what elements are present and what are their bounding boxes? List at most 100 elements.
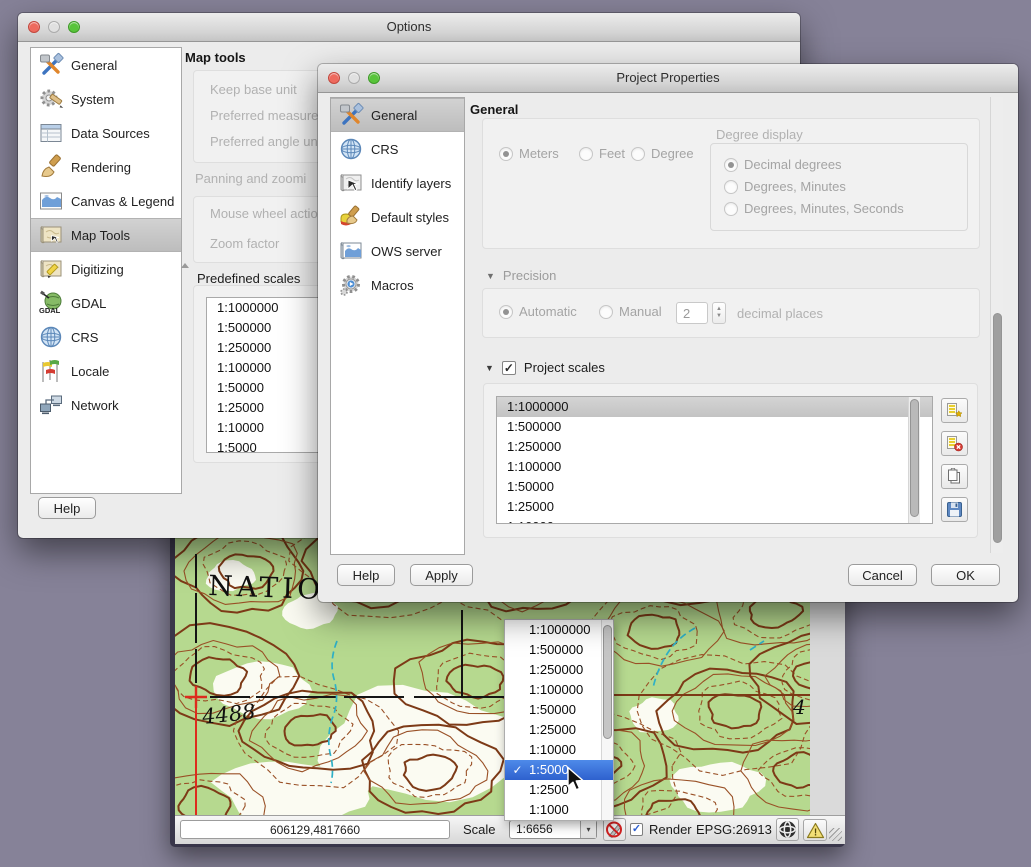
window-title: Project Properties: [616, 70, 719, 85]
scale-option[interactable]: 1:100000: [505, 680, 613, 700]
precision-section-header[interactable]: ▼ Precision: [486, 268, 556, 283]
remove-scale-button[interactable]: [941, 431, 968, 456]
cancel-button[interactable]: Cancel: [848, 564, 917, 586]
degree-display-radio[interactable]: Decimal degrees: [724, 157, 967, 172]
scale-label: Scale: [463, 822, 496, 837]
scale-option[interactable]: 1:10000: [505, 740, 613, 760]
scale-option[interactable]: 1:1000000: [505, 620, 613, 640]
help-button[interactable]: Help: [38, 497, 96, 519]
help-button[interactable]: Help: [337, 564, 395, 586]
degree-display-radio[interactable]: Degrees, Minutes, Seconds: [724, 201, 967, 216]
scale-option[interactable]: 1:1000: [505, 800, 613, 820]
scale-row[interactable]: 1:250000: [497, 437, 932, 457]
unit-radio[interactable]: Feet: [579, 146, 625, 161]
ok-button[interactable]: OK: [931, 564, 1000, 586]
decimal-places-input[interactable]: 2: [676, 302, 708, 324]
close-button[interactable]: [28, 21, 40, 33]
precision-radio[interactable]: Manual: [599, 304, 662, 319]
unit-radio[interactable]: Degree: [631, 146, 694, 161]
apply-button[interactable]: Apply: [410, 564, 473, 586]
locale-icon: [38, 358, 64, 384]
scale-option[interactable]: 1:2500: [505, 780, 613, 800]
copy-scales-button[interactable]: [941, 464, 968, 489]
options-sidebar-item[interactable]: Map Tools: [31, 218, 181, 252]
options-sidebar-item[interactable]: General: [31, 48, 181, 82]
data-sources-icon: [38, 120, 64, 146]
remove-scale-icon: [946, 435, 963, 452]
pp-page-title: General: [470, 102, 518, 117]
list-scrollbar-thumb[interactable]: [910, 399, 919, 517]
options-sidebar-item[interactable]: Canvas & Legend: [31, 184, 181, 218]
resize-grip[interactable]: [829, 828, 842, 841]
brush-icon: [38, 154, 64, 180]
spinner-down-icon[interactable]: ▼: [716, 313, 722, 320]
scale-row[interactable]: 1:10000: [497, 517, 932, 524]
window-title: Options: [387, 19, 432, 34]
save-scales-button[interactable]: [941, 497, 968, 522]
dialog-scrollbar[interactable]: [990, 97, 1003, 553]
scale-row[interactable]: 1:500000: [497, 417, 932, 437]
pp-sidebar-item[interactable]: Identify layers: [331, 166, 464, 200]
add-scale-button[interactable]: [941, 398, 968, 423]
project-properties-titlebar[interactable]: Project Properties: [318, 64, 1018, 93]
options-sidebar-item[interactable]: Network: [31, 388, 181, 422]
options-sidebar-item[interactable]: GDAL GDAL: [31, 286, 181, 320]
scroll-up-indicator[interactable]: [181, 263, 189, 268]
pp-sidebar-item[interactable]: CRS: [331, 132, 464, 166]
scale-row[interactable]: 1:100000: [497, 457, 932, 477]
unit-radio[interactable]: Meters: [499, 146, 559, 161]
options-sidebar-item[interactable]: Data Sources: [31, 116, 181, 150]
zoom-button[interactable]: [368, 72, 380, 84]
save-icon: [946, 501, 963, 518]
scale-row[interactable]: 1:50000: [497, 477, 932, 497]
close-button[interactable]: [328, 72, 340, 84]
zoom-button[interactable]: [68, 21, 80, 33]
project-scales-list[interactable]: 1:10000001:5000001:2500001:1000001:50000…: [496, 396, 933, 524]
map-label-national: NATIO: [208, 569, 325, 606]
options-sidebar-item[interactable]: Rendering: [31, 150, 181, 184]
canvas-legend-icon: [38, 188, 64, 214]
mouse-cursor: [566, 766, 585, 793]
options-sidebar-item[interactable]: Locale: [31, 354, 181, 388]
project-scales-checkbox[interactable]: ✓: [502, 361, 516, 375]
pp-sidebar-item[interactable]: Macros: [331, 268, 464, 302]
precision-radio[interactable]: Automatic: [499, 304, 577, 319]
collapse-triangle-icon: ▼: [486, 271, 495, 281]
options-titlebar[interactable]: Options: [18, 13, 800, 42]
minimize-button[interactable]: [348, 72, 360, 84]
coordinate-field[interactable]: 606129,4817660: [180, 820, 450, 839]
stop-render-button[interactable]: [603, 818, 626, 841]
options-sidebar-item[interactable]: System: [31, 82, 181, 116]
scale-row[interactable]: 1:25000: [497, 497, 932, 517]
units-group: Meters Feet Degree Degree display Decima…: [482, 118, 980, 249]
scale-option[interactable]: 1:50000: [505, 700, 613, 720]
dialog-scrollbar-thumb[interactable]: [993, 313, 1002, 543]
decimal-places-stepper[interactable]: ▲ ▼: [712, 302, 726, 324]
crs-status-button[interactable]: [776, 818, 799, 841]
pp-sidebar-item[interactable]: Default styles: [331, 200, 464, 234]
scale-option[interactable]: 1:250000: [505, 660, 613, 680]
options-sidebar: General System Data Sources Rendering Ca…: [30, 47, 182, 494]
scale-option[interactable]: 1:500000: [505, 640, 613, 660]
scale-combobox[interactable]: 1:6656 ▾: [509, 820, 597, 839]
pp-sidebar-item[interactable]: General: [331, 98, 464, 132]
project-scales-section-header[interactable]: ▼ ✓ Project scales: [485, 360, 605, 375]
log-messages-button[interactable]: !: [803, 819, 827, 841]
map-tools-icon: [38, 222, 64, 248]
chevron-down-icon[interactable]: ▾: [580, 821, 596, 838]
options-sidebar-item[interactable]: CRS: [31, 320, 181, 354]
minimize-button[interactable]: [48, 21, 60, 33]
scale-option[interactable]: 1:25000: [505, 720, 613, 740]
precision-group: Automatic Manual 2 ▲ ▼ decimal places: [482, 288, 980, 338]
scale-option[interactable]: ✓ 1:5000: [505, 760, 613, 780]
radio-icon: [724, 202, 738, 216]
stop-render-icon: [605, 820, 624, 839]
degree-display-radio[interactable]: Degrees, Minutes: [724, 179, 967, 194]
list-scrollbar[interactable]: [908, 397, 920, 523]
options-sidebar-item[interactable]: Digitizing: [31, 252, 181, 286]
radio-icon: [579, 147, 593, 161]
pp-sidebar-item[interactable]: OWS server: [331, 234, 464, 268]
scale-row[interactable]: 1:1000000: [497, 397, 932, 417]
render-checkbox[interactable]: ✓: [630, 823, 643, 836]
spinner-up-icon[interactable]: ▲: [716, 306, 722, 313]
